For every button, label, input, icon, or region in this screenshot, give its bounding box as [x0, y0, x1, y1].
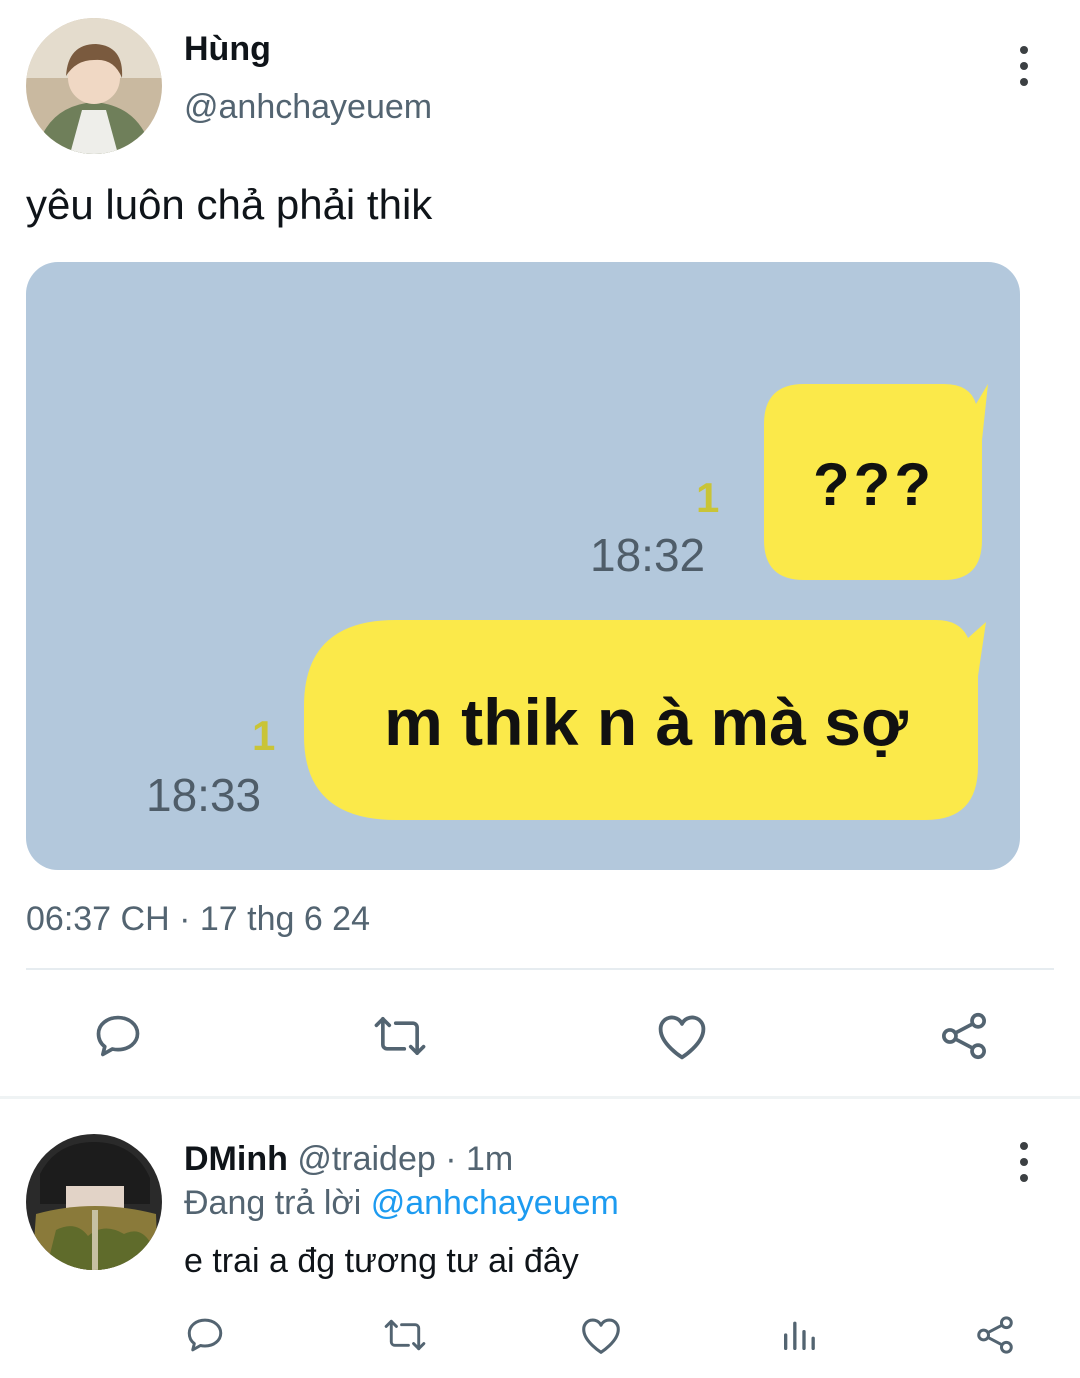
reply-author-avatar[interactable]: [26, 1134, 162, 1270]
reply-header: DMinh @traidep · 1m: [184, 1140, 513, 1179]
reply-stats-icon[interactable]: [776, 1312, 822, 1358]
author-avatar[interactable]: [26, 18, 162, 154]
divider: [26, 968, 1054, 970]
reply-like-icon[interactable]: [578, 1312, 624, 1358]
more-options-icon[interactable]: [1014, 46, 1034, 86]
share-icon[interactable]: [934, 1006, 994, 1066]
replying-prefix: Đang trả lời: [184, 1184, 362, 1222]
like-icon[interactable]: [652, 1006, 712, 1066]
retweet-icon[interactable]: [368, 1006, 432, 1066]
read-count-2: 1: [252, 712, 276, 759]
chat-message-2: m thik n à mà sợ: [384, 685, 908, 759]
replying-to-mention[interactable]: @anhchayeuem: [371, 1184, 619, 1222]
reply-text: e trai a đg tương tư ai đây: [184, 1242, 579, 1280]
message-time-2: 18:33: [146, 769, 262, 821]
reply-reply-icon[interactable]: [182, 1312, 228, 1358]
author-name[interactable]: Hùng: [184, 30, 271, 69]
reply-author-handle[interactable]: @traidep: [297, 1140, 435, 1178]
chat-message-1: ???: [813, 450, 935, 518]
message-time-1: 18:32: [590, 529, 706, 581]
tweet-text: yêu luôn chả phải thik: [26, 181, 433, 228]
reply-more-options-icon[interactable]: [1014, 1142, 1034, 1182]
reply-retweet-icon[interactable]: [380, 1312, 430, 1358]
reply-author-name[interactable]: DMinh: [184, 1140, 288, 1178]
tweet-media-image[interactable]: ??? 1 18:32 m thik n à mà sợ 1 18:33: [26, 262, 1020, 870]
reply-share-icon[interactable]: [972, 1312, 1018, 1358]
replying-to-line: Đang trả lời @anhchayeuem: [184, 1184, 619, 1223]
author-handle[interactable]: @anhchayeuem: [184, 88, 432, 127]
tweet-timestamp[interactable]: 06:37 CH · 17 thg 6 24: [26, 900, 370, 939]
section-divider: [0, 1096, 1080, 1099]
read-count-1: 1: [696, 474, 720, 521]
reply-icon[interactable]: [88, 1006, 148, 1066]
reply-time-ago: · 1m: [445, 1140, 514, 1178]
